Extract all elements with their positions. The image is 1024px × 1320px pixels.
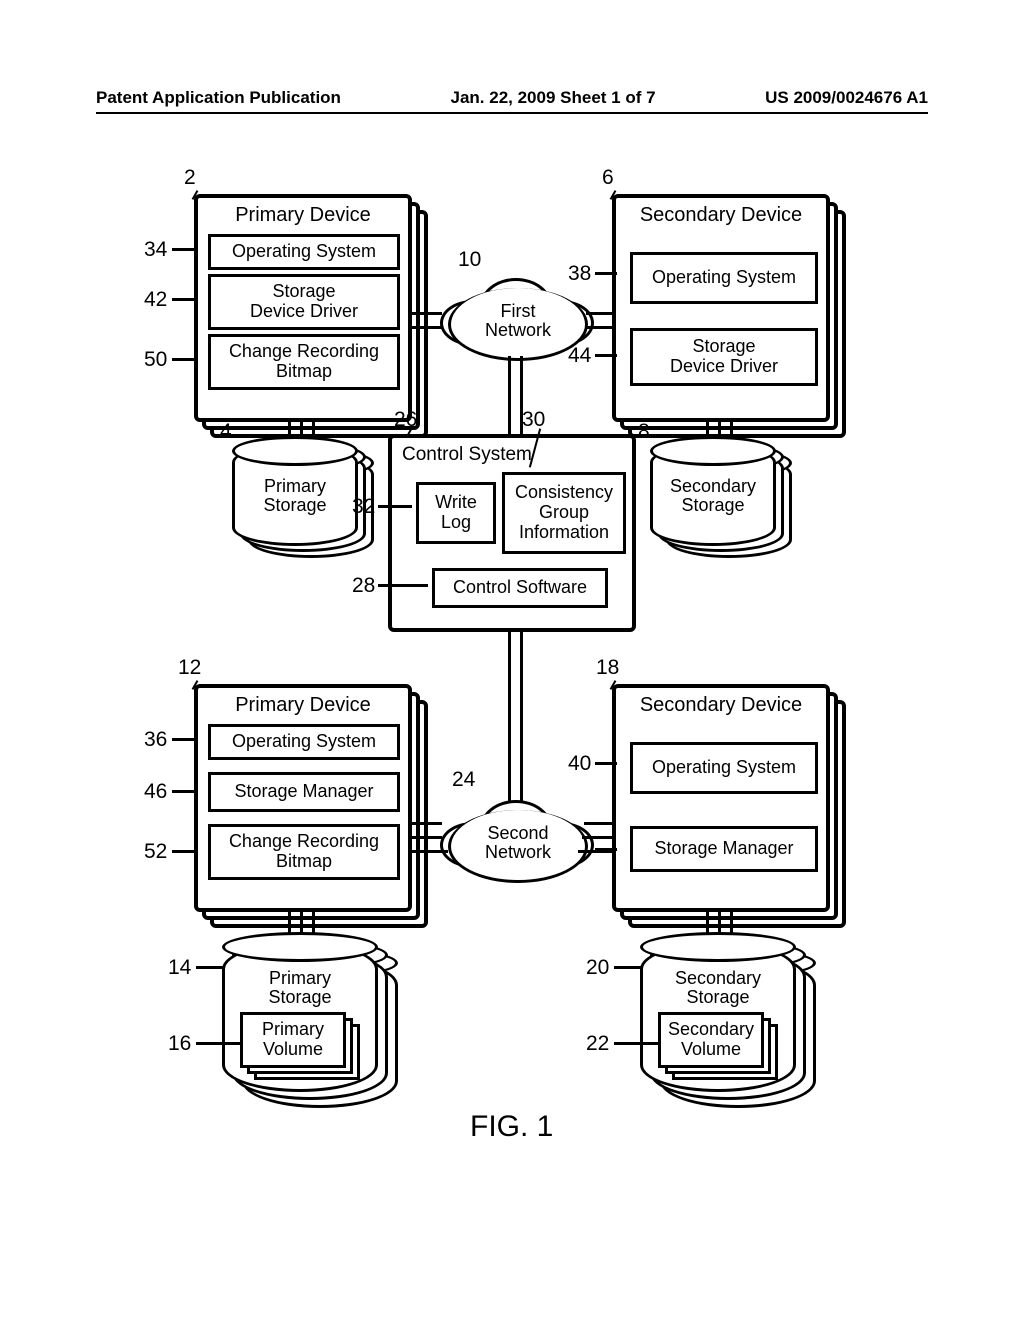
control-software-box: Control Software — [432, 568, 608, 608]
ref-46: 46 — [144, 780, 167, 804]
second-network-cloud: Second Network — [448, 810, 588, 883]
ref-16: 16 — [168, 1032, 191, 1056]
ref-20: 20 — [586, 956, 609, 980]
primary-storage-top-label: Primary Storage — [235, 477, 355, 515]
lead-22 — [614, 1042, 658, 1045]
write-log-box: Write Log — [416, 482, 496, 544]
ref-34: 34 — [144, 238, 167, 262]
control-system-title: Control System — [402, 444, 532, 466]
sdd-box-44: Storage Device Driver — [630, 328, 818, 386]
ref-22: 22 — [586, 1032, 609, 1056]
os-box-34: Operating System — [208, 234, 400, 270]
lead-44 — [595, 354, 617, 357]
ref-12: 12 — [178, 656, 201, 680]
crb-box-50: Change Recording Bitmap — [208, 334, 400, 390]
ref-40: 40 — [568, 752, 591, 776]
page: Patent Application Publication Jan. 22, … — [0, 0, 1024, 1320]
secondary-storage-top-lid — [650, 436, 776, 466]
conn-26-24b — [520, 628, 523, 810]
conn-2-10a — [412, 312, 442, 315]
ref-38: 38 — [568, 262, 591, 286]
ref-4: 4 — [220, 420, 232, 444]
conn-18-24a — [584, 822, 614, 825]
ref-2: 2 — [184, 166, 196, 190]
second-network-label: Second Network — [451, 824, 585, 862]
secondary-storage-bot-label: Secondary Storage — [643, 969, 793, 1007]
ref-52: 52 — [144, 840, 167, 864]
sdd-box-42: Storage Device Driver — [208, 274, 400, 330]
ref-32: 32 — [352, 495, 375, 519]
header-rule — [96, 112, 928, 114]
conn-26-24a — [508, 628, 511, 810]
os-box-36: Operating System — [208, 724, 400, 760]
lead-34 — [172, 248, 194, 251]
secondary-storage-bot-lid — [640, 932, 796, 962]
ref-24: 24 — [452, 768, 475, 792]
conn-18-24c — [578, 850, 614, 853]
crb-box-52: Change Recording Bitmap — [208, 824, 400, 880]
ref-26: 26 — [394, 408, 417, 432]
ref-18: 18 — [596, 656, 619, 680]
primary-device-top: Primary Device Operating System Storage … — [194, 194, 412, 422]
page-header: Patent Application Publication Jan. 22, … — [0, 88, 1024, 108]
lead-50 — [172, 358, 194, 361]
conn-18-24b — [582, 836, 614, 839]
cgi-box: Consistency Group Information — [502, 472, 626, 554]
primary-storage-bot-lid — [222, 932, 378, 962]
header-center: Jan. 22, 2009 Sheet 1 of 7 — [451, 88, 656, 108]
conn-12-24c — [412, 850, 448, 853]
os-box-40: Operating System — [630, 742, 818, 794]
ref-50: 50 — [144, 348, 167, 372]
conn-10-26a — [508, 356, 511, 434]
lead-36 — [172, 738, 194, 741]
primary-storage-bot-label: Primary Storage — [225, 969, 375, 1007]
ref-6: 6 — [602, 166, 614, 190]
secondary-device-top: Secondary Device Operating System Storag… — [612, 194, 830, 422]
secondary-device-bot-title: Secondary Device — [616, 694, 826, 717]
diagram: Primary Device Operating System Storage … — [130, 160, 894, 1240]
conn-12-24a — [412, 822, 442, 825]
secondary-device-bot: Secondary Device Operating System Storag… — [612, 684, 830, 912]
lead-16 — [196, 1042, 240, 1045]
ref-8: 8 — [638, 420, 650, 444]
secondary-device-title: Secondary Device — [616, 204, 826, 227]
lead-52 — [172, 850, 194, 853]
figure-label: FIG. 1 — [470, 1110, 553, 1144]
os-box-38: Operating System — [630, 252, 818, 304]
secondary-storage-top-label: Secondary Storage — [653, 477, 773, 515]
lead-42 — [172, 298, 194, 301]
first-network-cloud: First Network — [448, 288, 588, 361]
conn-2-10b — [412, 326, 442, 329]
ref-30: 30 — [522, 408, 545, 432]
sm-box-46: Storage Manager — [208, 772, 400, 812]
ref-14: 14 — [168, 956, 191, 980]
lead-14 — [196, 966, 224, 969]
lead-20 — [614, 966, 642, 969]
primary-device-title: Primary Device — [198, 204, 408, 227]
lead-46 — [172, 790, 194, 793]
conn-12-24b — [412, 836, 442, 839]
primary-storage-top-lid — [232, 436, 358, 466]
lead-38 — [595, 272, 617, 275]
ref-10: 10 — [458, 248, 481, 272]
secondary-volume-box: Secondary Volume — [658, 1012, 764, 1068]
primary-device-bot-title: Primary Device — [198, 694, 408, 717]
conn-6-10b — [586, 326, 614, 329]
control-system: Control System Write Log Consistency Gro… — [388, 434, 636, 632]
first-network-label: First Network — [451, 302, 585, 340]
primary-device-bot: Primary Device Operating System Storage … — [194, 684, 412, 912]
lead-28 — [378, 584, 428, 587]
ref-28: 28 — [352, 574, 375, 598]
ref-42: 42 — [144, 288, 167, 312]
ref-36: 36 — [144, 728, 167, 752]
sm-box-48: Storage Manager — [630, 826, 818, 872]
lead-32 — [378, 505, 412, 508]
primary-volume-box: Primary Volume — [240, 1012, 346, 1068]
header-left: Patent Application Publication — [96, 88, 341, 108]
conn-6-10a — [586, 312, 614, 315]
lead-40 — [595, 762, 617, 765]
header-right: US 2009/0024676 A1 — [765, 88, 928, 108]
